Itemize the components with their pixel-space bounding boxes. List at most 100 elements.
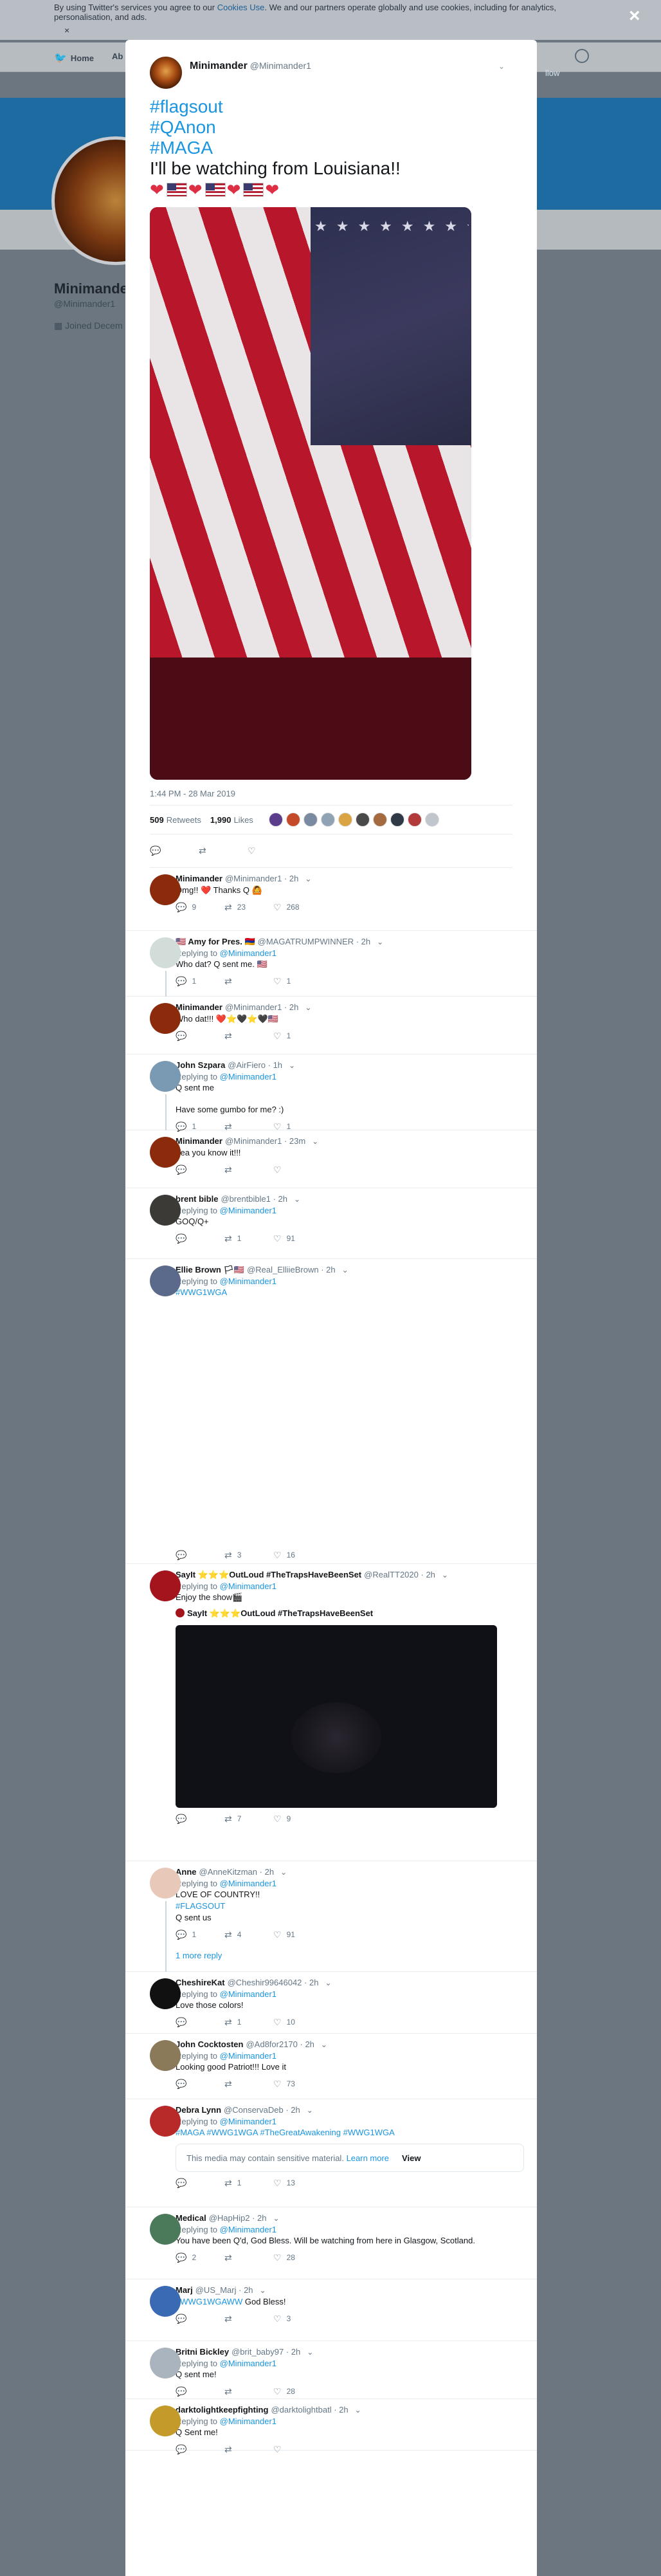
- more-replies-link[interactable]: 1 more reply: [176, 1951, 524, 1960]
- reply-tweet[interactable]: John Szpara @AirFiero · 1h ⌄ Replying to @M…: [125, 1054, 537, 1132]
- like-icon[interactable]: ♡: [273, 2178, 282, 2189]
- hashtag-link[interactable]: #MAGA: [150, 138, 512, 158]
- hashtag-link[interactable]: #QAnon: [150, 117, 512, 138]
- reply-icon[interactable]: 💬: [176, 2017, 186, 2028]
- liker-avatar[interactable]: [390, 813, 404, 827]
- chevron-down-icon[interactable]: ⌄: [305, 1003, 311, 1012]
- chevron-down-icon[interactable]: ⌄: [342, 1265, 349, 1274]
- mention-link[interactable]: @Minimander1: [220, 948, 276, 958]
- retweet-icon[interactable]: ⇄: [224, 1929, 232, 1940]
- like-icon[interactable]: ♡: [273, 1814, 282, 1825]
- avatar[interactable]: [150, 2286, 181, 2317]
- chevron-down-icon[interactable]: ⌄: [321, 2040, 327, 2049]
- liker-avatar[interactable]: [285, 813, 300, 827]
- liker-avatar[interactable]: [372, 813, 387, 827]
- retweet-icon[interactable]: ⇄: [224, 1233, 232, 1244]
- reply-icon[interactable]: 💬: [176, 976, 186, 987]
- avatar[interactable]: [150, 2106, 181, 2137]
- chevron-down-icon[interactable]: ⌄: [294, 1195, 300, 1204]
- retweet-icon[interactable]: ⇄: [224, 1164, 232, 1175]
- reply-author[interactable]: Medical: [176, 2213, 206, 2223]
- like-icon[interactable]: ♡: [273, 902, 282, 913]
- retweet-icon[interactable]: ⇄: [224, 2252, 232, 2263]
- retweet-icon[interactable]: ⇄: [224, 2178, 232, 2189]
- chevron-down-icon[interactable]: ⌄: [307, 2348, 313, 2357]
- hashtag-links[interactable]: #FLAGSOUT: [176, 1900, 524, 1912]
- avatar[interactable]: [150, 1978, 181, 2009]
- like-icon[interactable]: ♡: [273, 1031, 282, 1042]
- mention-link[interactable]: @Minimander1: [220, 2416, 276, 2426]
- reply-icon[interactable]: 💬: [176, 2178, 186, 2189]
- chevron-down-icon[interactable]: ⌄: [305, 874, 311, 883]
- mention-link[interactable]: @Minimander1: [220, 1581, 276, 1591]
- retweet-icon[interactable]: ⇄: [199, 845, 206, 856]
- retweet-icon[interactable]: ⇄: [224, 1031, 232, 1042]
- retweet-icon[interactable]: ⇄: [224, 1814, 232, 1825]
- reply-icon[interactable]: 💬: [176, 2314, 186, 2324]
- reply-icon[interactable]: 💬: [150, 845, 161, 856]
- chevron-down-icon[interactable]: ⌄: [260, 2286, 266, 2295]
- reply-author[interactable]: John Szpara: [176, 1060, 225, 1070]
- reply-author[interactable]: Britni Bickley: [176, 2347, 229, 2357]
- reply-icon[interactable]: 💬: [176, 2079, 186, 2090]
- avatar[interactable]: [150, 2214, 181, 2245]
- retweet-icon[interactable]: ⇄: [224, 2017, 232, 2028]
- reply-tweet[interactable]: SayIt ⭐⭐⭐OutLoud #TheTrapsHaveBeenSet @Re…: [125, 1564, 537, 1861]
- liker-avatar[interactable]: [268, 813, 283, 827]
- reply-icon[interactable]: 💬: [176, 1929, 186, 1940]
- reply-tweet[interactable]: brent bible @brentbible1 · 2h ⌄ Replying to…: [125, 1188, 537, 1259]
- hashtag-link[interactable]: #flagsout: [150, 97, 512, 117]
- chevron-down-icon[interactable]: ⌄: [355, 2406, 361, 2415]
- reply-tweet[interactable]: Medical @HapHip2 · 2h ⌄ Replying to @Minima…: [125, 2207, 537, 2279]
- mention-link[interactable]: @Minimander1: [220, 2117, 276, 2126]
- avatar[interactable]: [150, 1003, 181, 1034]
- mention-link[interactable]: @Minimander1: [220, 2225, 276, 2234]
- avatar[interactable]: [150, 1137, 181, 1168]
- hashtag-link[interactable]: #WWG1WGAWW: [176, 2297, 242, 2306]
- like-icon[interactable]: ♡: [273, 2314, 282, 2324]
- mention-link[interactable]: @Minimander1: [220, 1879, 276, 1888]
- likes-stat[interactable]: 1,990 Likes: [210, 815, 253, 825]
- chevron-down-icon[interactable]: ⌄: [273, 2214, 280, 2223]
- chevron-down-icon[interactable]: ⌄: [325, 1978, 331, 1987]
- like-icon[interactable]: ♡: [248, 845, 256, 856]
- mention-link[interactable]: @Minimander1: [220, 2051, 276, 2061]
- quoted-author[interactable]: SayIt ⭐⭐⭐OutLoud #TheTrapsHaveBeenSet: [176, 1608, 524, 1619]
- chevron-down-icon[interactable]: ⌄: [377, 937, 383, 946]
- avatar[interactable]: [150, 1868, 181, 1899]
- reply-icon[interactable]: 💬: [176, 902, 186, 913]
- retweet-icon[interactable]: ⇄: [224, 2314, 232, 2324]
- avatar[interactable]: [150, 1570, 181, 1601]
- reply-tweet[interactable]: 🇺🇸 Amy for Pres. 🇦🇲 @MAGATRUMPWINNER · 2h…: [125, 931, 537, 997]
- mention-link[interactable]: @Minimander1: [220, 1072, 276, 1081]
- reply-tweet[interactable]: Minimander @Minimander1 · 2h ⌄ Omg!! ❤️ Tha…: [125, 868, 537, 931]
- nav-search-icon[interactable]: [575, 49, 589, 63]
- like-icon[interactable]: ♡: [273, 1233, 282, 1244]
- tweet-author[interactable]: Minimander @Minimander1: [190, 60, 311, 72]
- nav-home[interactable]: 🐦 Home: [54, 51, 94, 64]
- reply-tweet[interactable]: Ellie Brown 🏳🇺🇸 @Real_ElliieBrown · 2h ⌄ Re…: [125, 1259, 537, 1564]
- retweet-icon[interactable]: ⇄: [224, 1550, 232, 1561]
- liker-avatar[interactable]: [320, 813, 335, 827]
- avatar[interactable]: [150, 874, 181, 905]
- cookie-close-icon[interactable]: ×: [64, 26, 69, 35]
- hashtag-links[interactable]: #WWG1WGA: [176, 1287, 524, 1298]
- avatar[interactable]: [150, 2040, 181, 2071]
- liker-avatar[interactable]: [355, 813, 370, 827]
- reply-tweet[interactable]: Minimander @Minimander1 · 23m ⌄ Yea you kno…: [125, 1130, 537, 1188]
- reply-author[interactable]: Minimander: [176, 1136, 222, 1146]
- avatar[interactable]: [150, 2406, 181, 2436]
- avatar[interactable]: [150, 57, 182, 89]
- reply-icon[interactable]: 💬: [176, 2444, 186, 2455]
- liker-avatar[interactable]: [424, 813, 439, 827]
- follow-label[interactable]: llow: [545, 68, 559, 78]
- video-player[interactable]: [176, 1625, 497, 1808]
- retweet-icon[interactable]: ⇄: [224, 976, 232, 987]
- reply-tweet[interactable]: Debra Lynn @ConservaDeb · 2h ⌄ Replying to …: [125, 2099, 537, 2207]
- retweet-icon[interactable]: ⇄: [224, 902, 232, 913]
- mention-link[interactable]: @Minimander1: [220, 1989, 276, 1999]
- tweet-photo[interactable]: ★★★★★★★★★★★★★★★★★★★★★★★★★★★★★★★★★★★★★★★★…: [150, 207, 471, 780]
- reply-tweet[interactable]: Marj @US_Marj · 2h ⌄ #WWG1WGAWW God Bless! 💬…: [125, 2279, 537, 2341]
- chevron-down-icon[interactable]: ⌄: [442, 1570, 448, 1579]
- reply-icon[interactable]: 💬: [176, 1814, 186, 1825]
